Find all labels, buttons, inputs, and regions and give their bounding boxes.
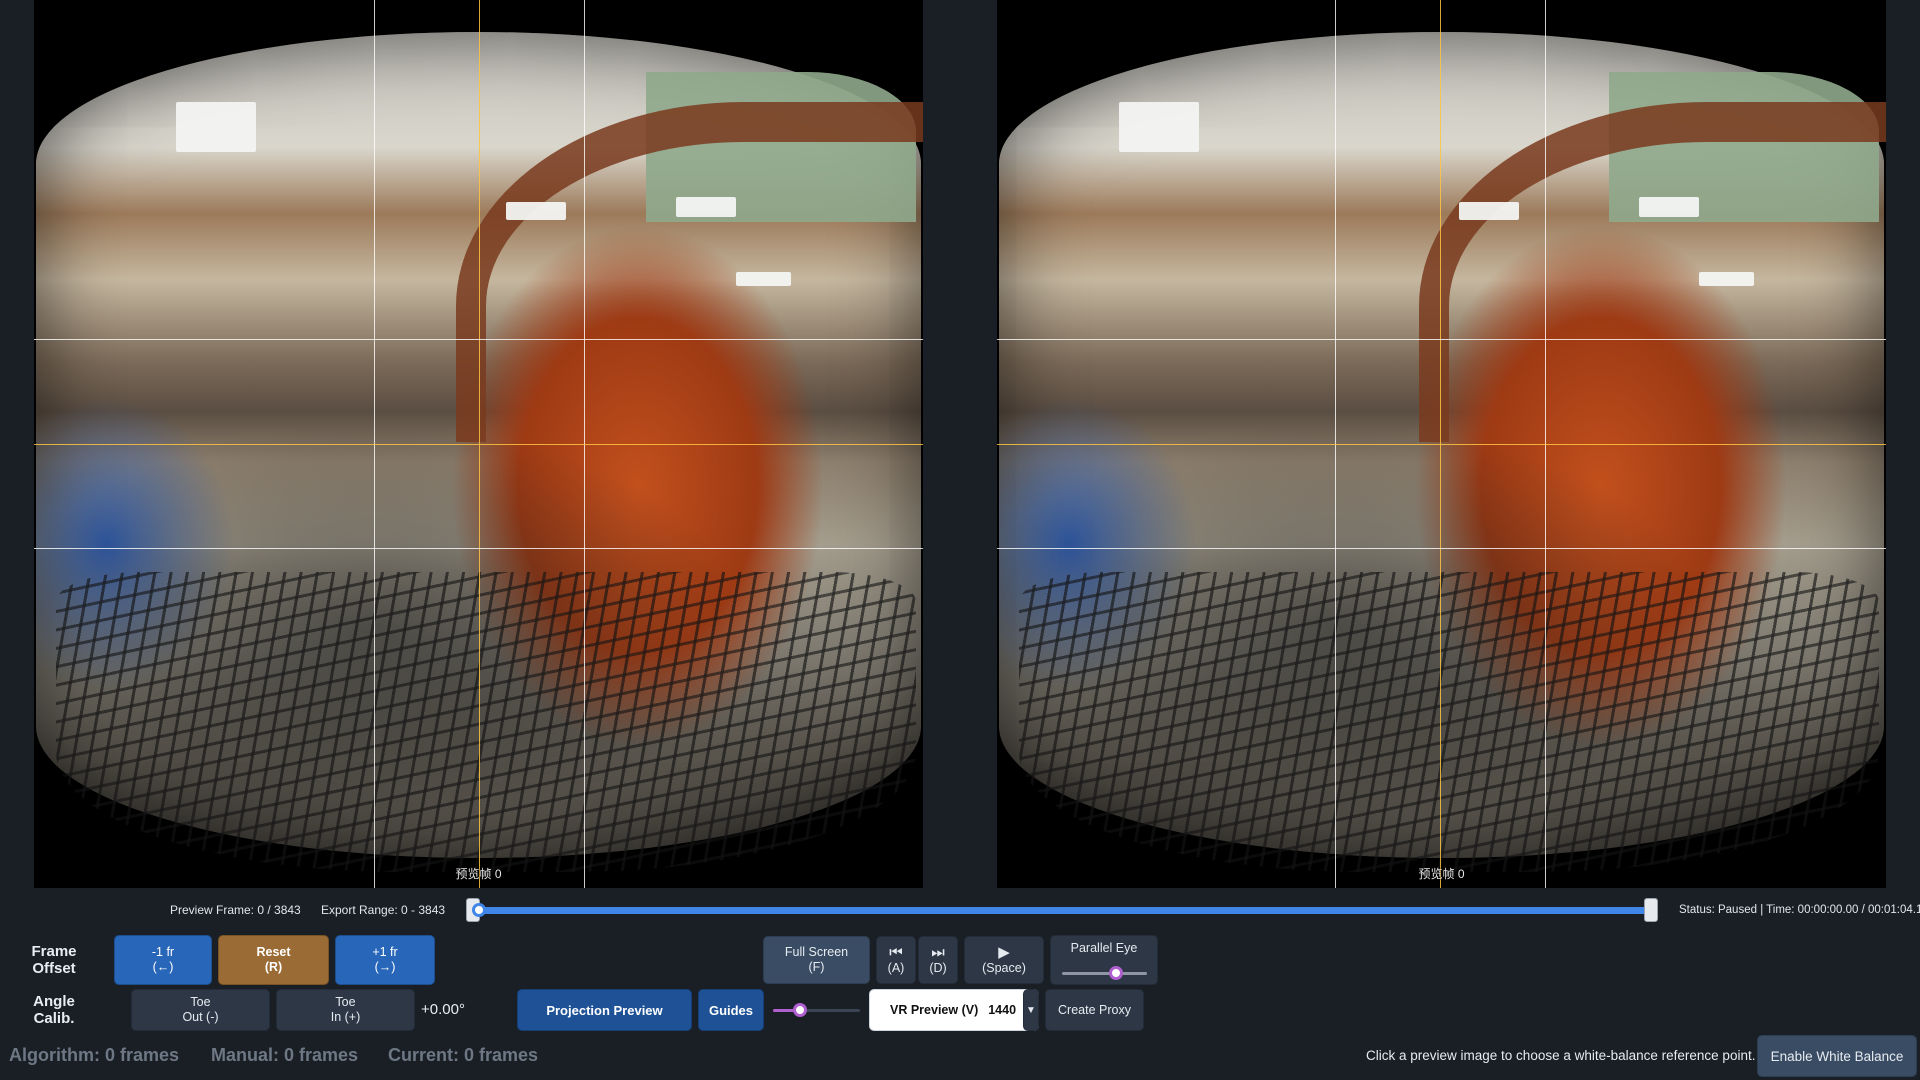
scene-cart xyxy=(1019,572,1879,872)
white-balance-hint: Click a preview image to choose a white-… xyxy=(1366,1048,1756,1063)
enable-white-balance-button[interactable]: Enable White Balance xyxy=(1757,1035,1917,1077)
create-proxy-button[interactable]: Create Proxy xyxy=(1045,989,1144,1031)
scene-light xyxy=(736,272,791,286)
scene-light xyxy=(1699,272,1754,286)
scene-arch xyxy=(1419,102,1886,442)
vr-resolution-value: 1440 xyxy=(988,1002,1017,1017)
parallel-eye-slider[interactable] xyxy=(1062,972,1147,975)
timeline-slider[interactable] xyxy=(472,907,1654,914)
prev-frame-button[interactable]: ⏮ (A) xyxy=(876,936,916,984)
next-frame-button[interactable]: ⏭ (D) xyxy=(918,936,958,984)
export-range-label: Export Range: 0 - 3843 xyxy=(321,903,446,917)
parallel-eye-slider-thumb[interactable] xyxy=(1109,966,1123,980)
angle-calib-label: Angle Calib. xyxy=(33,993,75,1027)
algorithm-frame-count: Algorithm: 0 frames xyxy=(9,1045,180,1065)
play-icon: ▶ xyxy=(998,943,1010,961)
scene-cart xyxy=(56,572,916,872)
skip-back-icon: ⏮ xyxy=(889,943,903,961)
scene-light xyxy=(176,102,256,152)
scene-light xyxy=(1459,202,1519,220)
toe-in-button[interactable]: Toe In (+) xyxy=(276,989,415,1031)
vr-preview-label: VR Preview (V) xyxy=(890,1002,979,1017)
full-screen-button[interactable]: Full Screen (F) xyxy=(763,936,870,984)
play-button[interactable]: ▶ (Space) xyxy=(964,936,1044,984)
scene-light xyxy=(506,202,566,220)
prev-key-label: (A) xyxy=(887,960,905,975)
current-frame-count: Current: 0 frames xyxy=(388,1045,539,1065)
angle-value: +0.00° xyxy=(421,1001,465,1018)
frame-plus-button[interactable]: +1 fr (→) xyxy=(335,935,435,985)
scene-light xyxy=(1639,197,1699,217)
scene-arch xyxy=(456,102,923,442)
toe-out-button[interactable]: Toe Out (-) xyxy=(131,989,270,1031)
parallel-eye-label: Parallel Eye xyxy=(1070,941,1138,955)
left-eye-image xyxy=(36,32,923,872)
guides-opacity-slider[interactable] xyxy=(800,1009,860,1012)
manual-frame-count: Manual: 0 frames xyxy=(211,1045,359,1065)
play-key-label: (Space) xyxy=(982,960,1026,975)
right-frame-caption: 预览帧 0 xyxy=(1418,867,1465,881)
playback-status: Status: Paused | Time: 00:00:00.00 / 00:… xyxy=(1679,904,1920,916)
frame-minus-button[interactable]: -1 fr (←) xyxy=(114,935,212,985)
left-frame-caption: 预览帧 0 xyxy=(455,867,502,881)
next-key-label: (D) xyxy=(929,960,947,975)
frame-offset-label: Frame Offset xyxy=(31,943,77,977)
app-window: 预览帧 0 预览帧 0 Preview Frame: 0 / 3843 Expo… xyxy=(0,0,1920,1080)
projection-preview-button[interactable]: Projection Preview xyxy=(517,989,692,1031)
left-eye-preview[interactable]: 预览帧 0 xyxy=(34,0,923,888)
scene-light xyxy=(1119,102,1199,152)
parallel-eye-control: Parallel Eye xyxy=(1050,935,1158,985)
skip-forward-icon: ⏭ xyxy=(931,943,945,961)
timeline-playhead[interactable] xyxy=(472,903,486,917)
vr-preview-select[interactable]: VR Preview (V) 1440 xyxy=(869,989,1039,1031)
frame-reset-button[interactable]: Reset (R) xyxy=(218,935,329,985)
right-eye-image xyxy=(999,32,1886,872)
preview-frame-label: Preview Frame: 0 / 3843 xyxy=(170,903,301,917)
guides-button[interactable]: Guides xyxy=(698,989,764,1031)
right-eye-preview[interactable]: 预览帧 0 xyxy=(997,0,1886,888)
guides-opacity-thumb[interactable] xyxy=(793,1003,807,1017)
export-range-end-handle[interactable] xyxy=(1644,898,1658,922)
chevron-down-icon[interactable]: ▼ xyxy=(1023,989,1039,1031)
scene-light xyxy=(676,197,736,217)
